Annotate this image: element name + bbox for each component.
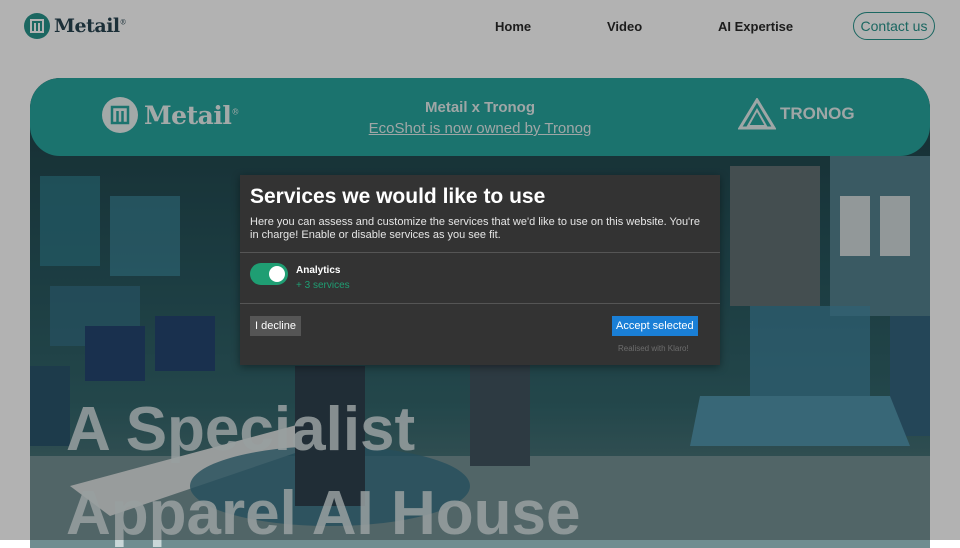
- powered-by-link[interactable]: Realised with Klaro!: [618, 344, 689, 353]
- analytics-label: Analytics: [296, 265, 341, 276]
- divider: [240, 303, 720, 304]
- consent-modal: Services we would like to use Here you c…: [240, 175, 720, 365]
- analytics-toggle[interactable]: [250, 263, 288, 285]
- accept-selected-button[interactable]: Accept selected: [612, 316, 698, 336]
- decline-button[interactable]: I decline: [250, 316, 301, 336]
- toggle-switch-icon: [269, 266, 285, 282]
- consent-title: Services we would like to use: [250, 185, 546, 208]
- divider: [240, 252, 720, 253]
- services-expand-link[interactable]: + 3 services: [296, 280, 350, 291]
- consent-description: Here you can assess and customize the se…: [250, 216, 700, 241]
